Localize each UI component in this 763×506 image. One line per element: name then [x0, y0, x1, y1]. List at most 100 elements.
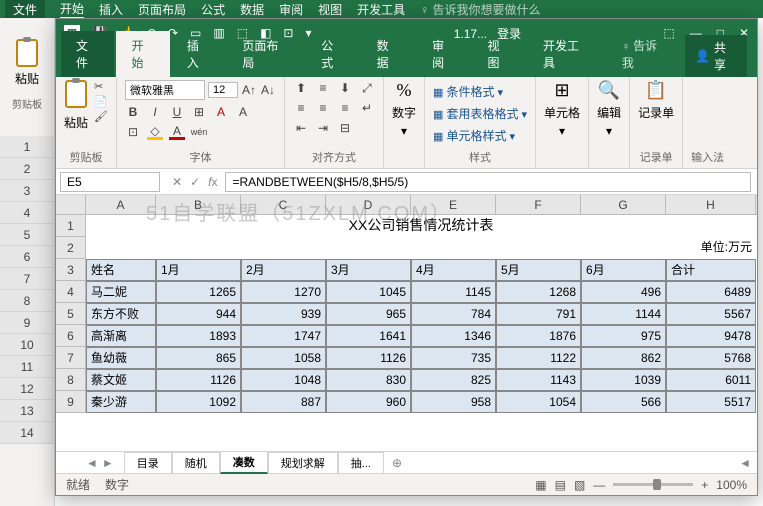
cell[interactable]: 1145	[411, 281, 496, 303]
row-header[interactable]: 10	[0, 334, 54, 356]
font-name-select[interactable]: 微软雅黑	[125, 80, 205, 100]
cell[interactable]: 1月	[156, 259, 241, 281]
cell[interactable]: 784	[411, 303, 496, 325]
shrink-font-icon[interactable]: A↓	[260, 82, 276, 98]
outer-tab-file[interactable]: 文件	[5, 0, 45, 20]
paste-button[interactable]: 粘贴	[64, 80, 88, 131]
bold-icon[interactable]: B	[125, 104, 141, 120]
cell[interactable]: 1058	[241, 347, 326, 369]
cell[interactable]: 秦少游	[86, 391, 156, 413]
cell[interactable]: 960	[326, 391, 411, 413]
record-button[interactable]: 📋记录单	[638, 80, 674, 121]
cell[interactable]: 1265	[156, 281, 241, 303]
cell[interactable]: 1747	[241, 325, 326, 347]
cell[interactable]: 1144	[581, 303, 666, 325]
format-painter-icon[interactable]: 🖌	[94, 110, 108, 123]
font-size-select[interactable]: 12	[208, 82, 238, 98]
cell[interactable]: 合计	[666, 259, 756, 281]
cell[interactable]: 975	[581, 325, 666, 347]
cell[interactable]: XX公司销售情况统计表	[86, 215, 756, 237]
cell[interactable]	[241, 237, 326, 259]
cell[interactable]: 5517	[666, 391, 756, 413]
outer-tab[interactable]: 视图	[318, 1, 342, 18]
grow-font-icon[interactable]: A↑	[241, 82, 257, 98]
cell[interactable]: 单位:万元	[666, 237, 756, 259]
tab-home[interactable]: 开始	[116, 31, 169, 77]
cell[interactable]: 865	[156, 347, 241, 369]
cell[interactable]: 1048	[241, 369, 326, 391]
sheet-tab[interactable]: 抽...	[338, 452, 384, 473]
row-header[interactable]: 3	[0, 180, 54, 202]
sheet-tab[interactable]: 随机	[172, 452, 220, 473]
col-header[interactable]: B	[156, 195, 241, 214]
indent-dec-icon[interactable]: ⇤	[293, 120, 309, 136]
row-header[interactable]: 6	[0, 246, 54, 268]
cell[interactable]: 鱼幼薇	[86, 347, 156, 369]
col-header[interactable]: D	[326, 195, 411, 214]
row-header[interactable]: 2	[56, 237, 86, 259]
new-sheet-icon[interactable]: ⊕	[384, 456, 410, 470]
cell[interactable]	[411, 237, 496, 259]
cell[interactable]: 496	[581, 281, 666, 303]
col-header[interactable]: H	[666, 195, 756, 214]
cell[interactable]: 825	[411, 369, 496, 391]
fill-color-icon[interactable]: A	[213, 104, 229, 120]
align-left-icon[interactable]: ≡	[293, 100, 309, 116]
cell[interactable]: 862	[581, 347, 666, 369]
cell[interactable]: 6011	[666, 369, 756, 391]
cell[interactable]: 6月	[581, 259, 666, 281]
cell[interactable]	[581, 237, 666, 259]
cell[interactable]: 3月	[326, 259, 411, 281]
cell[interactable]: 2月	[241, 259, 326, 281]
phonetic-icon[interactable]: wén	[191, 124, 207, 140]
cell[interactable]: 1039	[581, 369, 666, 391]
worksheet[interactable]: 51自学联盟（51ZXLM.COM） ABCDEFGH 123456789 XX…	[56, 195, 757, 451]
cell[interactable]: 1893	[156, 325, 241, 347]
name-box[interactable]	[60, 172, 160, 192]
edit-button[interactable]: 🔍编辑▾	[597, 80, 621, 138]
row-header[interactable]: 3	[56, 259, 86, 281]
merge-icon[interactable]: ⊟	[337, 120, 353, 136]
cell[interactable]: 735	[411, 347, 496, 369]
cell[interactable]: 791	[496, 303, 581, 325]
tab-tell-me[interactable]: ♀ 告诉我	[607, 31, 683, 77]
outer-tab[interactable]: 开发工具	[357, 1, 405, 18]
row-header[interactable]: 4	[0, 202, 54, 224]
cell-style-button[interactable]: ▦ 单元格样式 ▾	[433, 127, 515, 144]
cell[interactable]: 887	[241, 391, 326, 413]
col-header[interactable]: E	[411, 195, 496, 214]
cell[interactable]: 6489	[666, 281, 756, 303]
sheet-tab-active[interactable]: 凑数	[220, 451, 268, 474]
row-header[interactable]: 6	[56, 325, 86, 347]
cell[interactable]: 958	[411, 391, 496, 413]
cell[interactable]: 9478	[666, 325, 756, 347]
cell[interactable]: 1268	[496, 281, 581, 303]
cell[interactable]	[496, 237, 581, 259]
tab-file[interactable]: 文件	[61, 31, 114, 77]
row-header[interactable]: 1	[56, 215, 86, 237]
cell[interactable]	[156, 237, 241, 259]
tab-view[interactable]: 视图	[473, 31, 526, 77]
page-view-icon[interactable]: ▤	[555, 478, 566, 492]
align-right-icon[interactable]: ≡	[337, 100, 353, 116]
font-color-icon[interactable]: A	[235, 104, 251, 120]
row-header[interactable]: 5	[0, 224, 54, 246]
cell[interactable]: 1270	[241, 281, 326, 303]
row-header[interactable]: 11	[0, 356, 54, 378]
align-bot-icon[interactable]: ⬇	[337, 80, 353, 96]
sheet-tab[interactable]: 目录	[124, 452, 172, 473]
cell[interactable]: 1045	[326, 281, 411, 303]
zoom-level[interactable]: 100%	[716, 478, 747, 492]
fx-icon[interactable]: fx	[208, 175, 217, 189]
align-top-icon[interactable]: ⬆	[293, 80, 309, 96]
zoom-in-icon[interactable]: +	[701, 478, 708, 492]
row-header[interactable]: 13	[0, 400, 54, 422]
indent-inc-icon[interactable]: ⇥	[315, 120, 331, 136]
number-format-button[interactable]: % 数字 ▾	[392, 80, 416, 138]
row-header[interactable]: 1	[0, 136, 54, 158]
cell[interactable]: 高渐离	[86, 325, 156, 347]
formula-bar[interactable]: =RANDBETWEEN($H5/8,$H5/5)	[225, 172, 751, 192]
cell[interactable]	[326, 237, 411, 259]
cell[interactable]: 830	[326, 369, 411, 391]
zoom-slider[interactable]	[613, 483, 693, 486]
